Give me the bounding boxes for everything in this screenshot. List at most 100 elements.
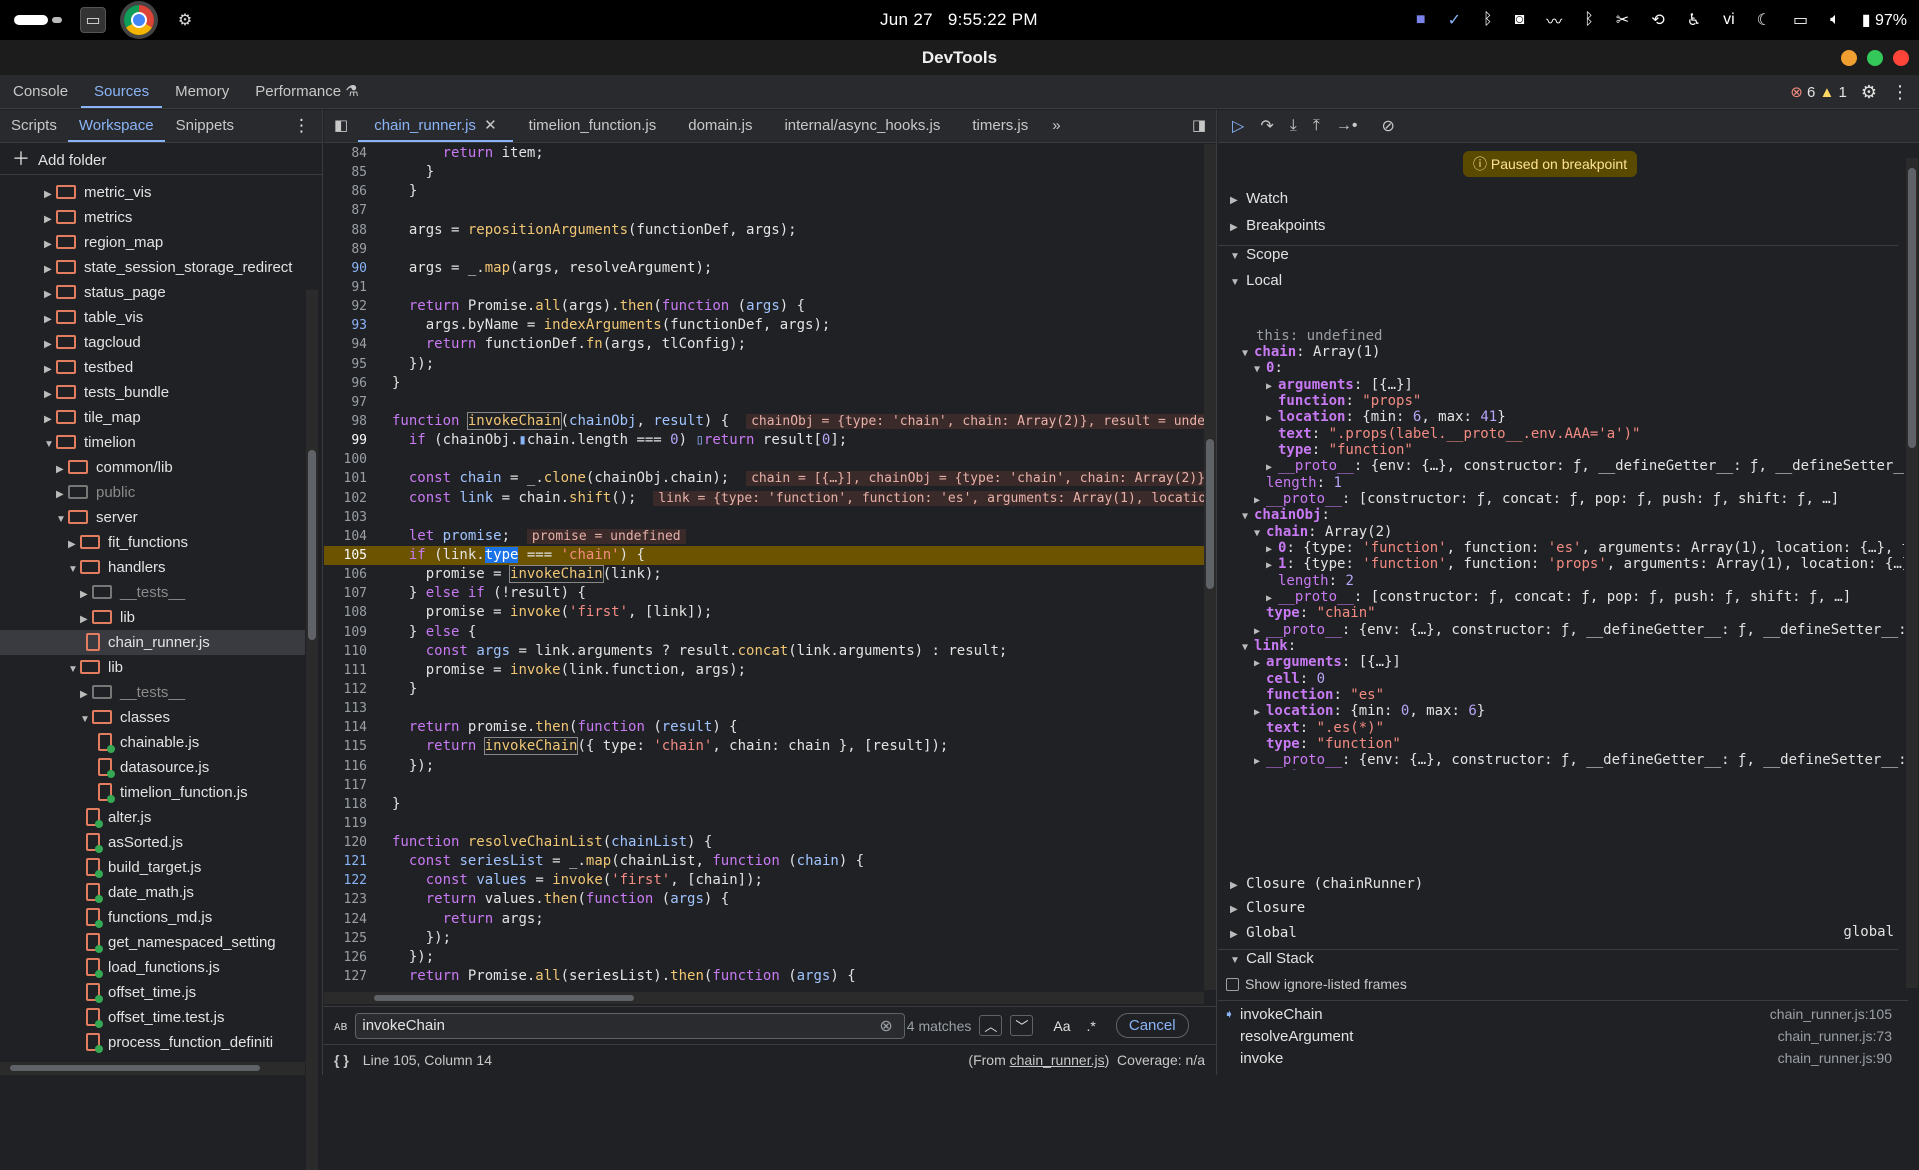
tree-file-item[interactable]: functions_md.js xyxy=(0,905,305,930)
bluetooth-alt-icon[interactable]: ᛒ xyxy=(1584,11,1594,29)
tree-file-item[interactable]: chain_runner.js xyxy=(0,630,305,655)
line-number[interactable]: 118 xyxy=(324,795,379,814)
line-number[interactable]: 106 xyxy=(324,565,379,584)
code-line[interactable]: 122 const values = invoke('first', [chai… xyxy=(324,871,1204,890)
code-line[interactable]: 87 xyxy=(324,201,1204,220)
scrollbar-thumb[interactable] xyxy=(10,1065,260,1071)
tree-folder-item[interactable]: ▼ timelion xyxy=(0,430,305,455)
tree-folder-item[interactable]: ▼ server xyxy=(0,505,305,530)
night-mode-icon[interactable]: ☾ xyxy=(1757,10,1771,30)
tree-file-item[interactable]: load_functions.js xyxy=(0,955,305,980)
code-line[interactable]: 104 let promise; promise = undefined xyxy=(324,527,1204,546)
scope-variable[interactable]: ▶ __proto__: {env: {…}, constructor: ƒ, _… xyxy=(1266,456,1904,476)
code-line[interactable]: 86 } xyxy=(324,182,1204,201)
search-options-icon[interactable]: ᴀʙ xyxy=(334,1018,347,1033)
scope-variable[interactable]: promise: undefined xyxy=(1256,767,1408,770)
line-number[interactable]: 98 xyxy=(324,412,379,431)
line-number[interactable]: 84 xyxy=(324,144,379,163)
closure-section[interactable]: ▶ Closure xyxy=(1230,899,1305,916)
sync-icon[interactable]: ⟲ xyxy=(1651,10,1664,30)
tab-snippets[interactable]: Snippets xyxy=(165,110,245,142)
code-line[interactable]: 93 args.byName = indexArguments(function… xyxy=(324,316,1204,335)
teams-icon[interactable]: ■ xyxy=(1416,11,1426,29)
code-line[interactable]: 108 promise = invoke('first', [link]); xyxy=(324,603,1204,622)
tab-performance[interactable]: Performance ⚗ xyxy=(242,75,372,108)
line-number[interactable]: 127 xyxy=(324,967,379,986)
line-number[interactable]: 124 xyxy=(324,910,379,929)
chrome-app-icon[interactable] xyxy=(124,5,154,35)
code-line[interactable]: 123 return values.then(function (args) { xyxy=(324,890,1204,909)
show-ignore-listed-checkbox[interactable]: Show ignore-listed frames xyxy=(1226,976,1407,992)
breakpoint-line-number[interactable]: 93 xyxy=(324,316,379,335)
execution-line[interactable]: 105 if (link.type === 'chain') { xyxy=(324,545,1204,566)
tree-folder-item[interactable]: ▶ __tests__ xyxy=(0,680,305,705)
line-number[interactable]: 110 xyxy=(324,642,379,661)
expanded-arrow-icon[interactable]: ▼ xyxy=(56,507,68,532)
navigator-vertical-scrollbar[interactable] xyxy=(306,290,318,1170)
deactivate-breakpoints-icon[interactable]: ⊘ xyxy=(1381,116,1394,136)
tree-folder-item[interactable]: ▼ classes xyxy=(0,705,305,730)
code-line[interactable]: 117 xyxy=(324,776,1204,795)
tree-file-item[interactable]: offset_time.js xyxy=(0,980,305,1005)
code-line[interactable]: 101 const chain = _.clone(chainObj.chain… xyxy=(324,469,1204,488)
line-number[interactable]: 123 xyxy=(324,890,379,909)
tab-console[interactable]: Console xyxy=(0,75,81,108)
collapsed-arrow-icon[interactable]: ▶ xyxy=(44,307,56,332)
code-line[interactable]: 119 xyxy=(324,814,1204,833)
tree-folder-item[interactable]: ▶ tile_map xyxy=(0,405,305,430)
code-line[interactable]: 115 return invokeChain({ type: 'chain', … xyxy=(324,737,1204,756)
toggle-debugger-icon[interactable]: ◨ xyxy=(1182,110,1216,142)
tree-folder-item[interactable]: ▶ state_session_storage_redirect xyxy=(0,255,305,280)
code-line[interactable]: 110 const args = link.arguments ? result… xyxy=(324,642,1204,661)
code-line[interactable]: 124 return args; xyxy=(324,910,1204,929)
scope-variable[interactable]: ▶ __proto__: {env: {…}, constructor: ƒ, _… xyxy=(1254,620,1904,640)
tree-file-item[interactable]: process_function_definiti xyxy=(0,1030,305,1055)
code-line[interactable]: 113 xyxy=(324,699,1204,718)
line-number[interactable]: 91 xyxy=(324,278,379,297)
tree-folder-item[interactable]: ▼ lib xyxy=(0,655,305,680)
breakpoint-line-number[interactable]: 90 xyxy=(324,259,379,278)
system-clock[interactable]: Jun 27 9:55:22 PM xyxy=(880,10,1038,30)
call-stack-section[interactable]: ▼ Call Stack xyxy=(1218,949,1898,967)
file-tab-chain-runner[interactable]: chain_runner.js ✕ xyxy=(358,110,513,142)
launcher-pill-icon[interactable] xyxy=(14,15,48,25)
file-tab-async-hooks[interactable]: internal/async_hooks.js xyxy=(768,110,956,142)
debugger-scrollbar[interactable] xyxy=(1906,158,1918,988)
collapsed-arrow-icon[interactable]: ▶ xyxy=(44,232,56,257)
code-line[interactable]: 103 xyxy=(324,508,1204,527)
line-number[interactable]: 119 xyxy=(324,814,379,833)
call-frame[interactable]: invoke chain_runner.js:90 xyxy=(1218,1045,1908,1072)
line-number[interactable]: 109 xyxy=(324,623,379,642)
code-line[interactable]: 90 args = _.map(args, resolveArgument); xyxy=(324,259,1204,278)
tree-file-item[interactable]: chainable.js xyxy=(0,730,305,755)
collapsed-arrow-icon[interactable]: ▶ xyxy=(44,382,56,407)
tree-file-item[interactable]: date_math.js xyxy=(0,880,305,905)
issues-counter[interactable]: ⊗ 6 ▲ 1 xyxy=(1790,83,1847,101)
step-icon[interactable]: →• xyxy=(1336,117,1358,135)
line-number[interactable]: 113 xyxy=(324,699,379,718)
tab-memory[interactable]: Memory xyxy=(162,75,242,108)
tab-sources[interactable]: Sources xyxy=(81,75,163,108)
line-number[interactable]: 94 xyxy=(324,335,379,354)
match-case-button[interactable]: Aa xyxy=(1053,1018,1070,1034)
line-number[interactable]: 117 xyxy=(324,776,379,795)
line-number[interactable]: 103 xyxy=(324,508,379,527)
navigator-more-icon[interactable]: ⋮ xyxy=(293,110,322,142)
step-out-icon[interactable]: ⤒ xyxy=(1313,117,1320,135)
settings-gear-icon[interactable]: ⚙ xyxy=(1861,82,1877,103)
tab-scripts[interactable]: Scripts xyxy=(0,110,68,142)
previous-match-icon[interactable]: ︿ xyxy=(979,1015,1003,1036)
pretty-print-icon[interactable]: { } xyxy=(334,1052,349,1068)
pen-icon[interactable]: 〰 xyxy=(1546,8,1562,32)
line-number[interactable]: 89 xyxy=(324,240,379,259)
code-line[interactable]: 94 return functionDef.fn(args, tlConfig)… xyxy=(324,335,1204,354)
tab-workspace[interactable]: Workspace xyxy=(67,110,165,142)
line-number[interactable]: 87 xyxy=(324,201,379,220)
tree-folder-item[interactable]: ▼ handlers xyxy=(0,555,305,580)
tree-file-item[interactable]: datasource.js xyxy=(0,755,305,780)
cancel-search-button[interactable]: Cancel xyxy=(1115,1013,1189,1038)
line-number[interactable]: 116 xyxy=(324,757,379,776)
code-line[interactable]: 92 return Promise.all(args).then(functio… xyxy=(324,297,1204,316)
line-number[interactable]: 86 xyxy=(324,182,379,201)
tree-folder-item[interactable]: ▶ metric_vis xyxy=(0,180,305,205)
